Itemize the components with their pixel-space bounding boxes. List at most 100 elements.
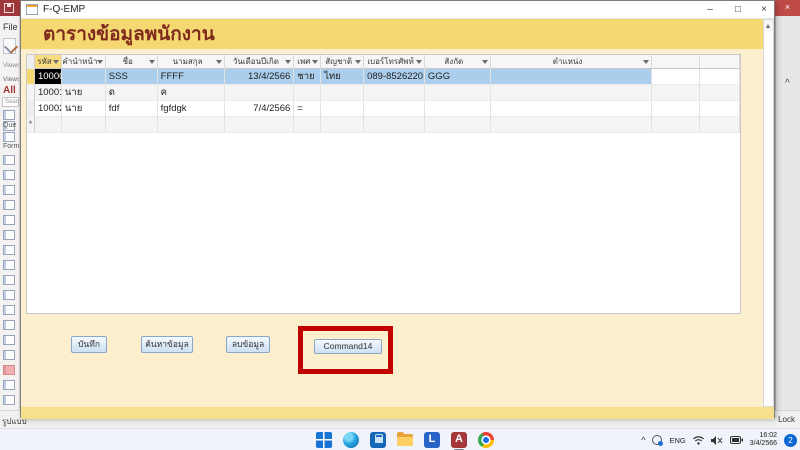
cell-firstname[interactable]: fdf	[106, 101, 158, 117]
form-object-icon[interactable]	[3, 320, 15, 330]
cell-gender[interactable]: =	[294, 101, 321, 117]
cell-department[interactable]	[425, 101, 491, 117]
wifi-icon[interactable]	[693, 436, 704, 445]
window-close-button[interactable]: ×	[753, 1, 775, 19]
battery-icon[interactable]	[730, 436, 743, 444]
cell-empty[interactable]	[294, 117, 321, 133]
cell-firstname[interactable]: SSS	[106, 69, 158, 85]
form-object-icon[interactable]	[3, 185, 15, 195]
forms-group-label[interactable]: Form	[3, 143, 19, 150]
cell-prefix[interactable]: นาย	[62, 85, 106, 101]
save-button[interactable]: บันทึก	[71, 336, 107, 353]
line-icon[interactable]: L	[424, 432, 440, 448]
cell-phone[interactable]	[364, 101, 425, 117]
form-object-icon[interactable]	[3, 260, 15, 270]
column-header-phone[interactable]: เบอร์โทรศัพท์	[364, 55, 425, 69]
cell-prefix[interactable]	[62, 69, 106, 85]
cell-empty[interactable]	[106, 117, 158, 133]
column-header-nationality[interactable]: สัญชาติ	[321, 55, 364, 69]
column-header-surname[interactable]: นามสกุล	[158, 55, 226, 69]
form-object-icon[interactable]	[3, 215, 15, 225]
select-all-corner[interactable]	[27, 55, 35, 69]
filter-dropdown-icon[interactable]	[482, 60, 488, 64]
form-object-icon[interactable]	[3, 155, 15, 165]
cell-birthdate[interactable]: 7/4/2566	[225, 101, 294, 117]
cell-phone[interactable]: 089-8526220	[364, 69, 425, 85]
access-icon[interactable]: A	[451, 432, 467, 448]
filter-dropdown-icon[interactable]	[643, 60, 649, 64]
nav-search-input[interactable]: Search	[2, 97, 19, 107]
store-icon[interactable]	[370, 432, 386, 448]
cell-prefix[interactable]: นาย	[62, 101, 106, 117]
cell-empty[interactable]	[62, 117, 106, 133]
column-header-department[interactable]: สังกัด	[425, 55, 491, 69]
filter-dropdown-icon[interactable]	[312, 60, 318, 64]
column-header-gender[interactable]: เพศ	[294, 55, 321, 69]
form-object-icon[interactable]	[3, 200, 15, 210]
cell-gender[interactable]	[294, 85, 321, 101]
save-icon[interactable]	[4, 3, 14, 13]
cell-nationality[interactable]	[321, 101, 364, 117]
cell-surname[interactable]: fgfdgk	[158, 101, 226, 117]
form-object-icon[interactable]	[3, 275, 15, 285]
cell-position[interactable]	[491, 85, 653, 101]
view-icon[interactable]	[3, 38, 16, 54]
form-object-icon[interactable]	[3, 230, 15, 240]
language-indicator[interactable]: ENG	[669, 436, 685, 445]
cell-nationality[interactable]: ไทย	[321, 69, 364, 85]
edge-icon[interactable]	[343, 432, 359, 448]
form-object-icon[interactable]	[3, 245, 15, 255]
maximize-button[interactable]: □	[727, 1, 749, 19]
form-object-icon[interactable]	[3, 290, 15, 300]
cell-position[interactable]	[491, 101, 653, 117]
cell-empty[interactable]	[35, 117, 62, 133]
form-object-icon[interactable]	[3, 305, 15, 315]
delete-button[interactable]: ลบข้อมูล	[226, 336, 270, 353]
column-header-firstname[interactable]: ชื่อ	[106, 55, 158, 69]
collapse-chevron-icon[interactable]: ^	[785, 78, 790, 89]
form-object-icon[interactable]	[3, 395, 15, 405]
column-header-id[interactable]: รหัส	[35, 55, 62, 69]
cell-empty[interactable]	[225, 117, 294, 133]
file-explorer-icon[interactable]	[397, 434, 413, 446]
column-header-position[interactable]: ตำแหน่ง	[491, 55, 653, 69]
filter-dropdown-icon[interactable]	[53, 60, 59, 64]
form-object-icon[interactable]	[3, 170, 15, 180]
hidden-icons-chevron[interactable]: ^	[641, 435, 645, 445]
cell-department[interactable]: GGG	[425, 69, 491, 85]
search-button[interactable]: ค้นหาข้อมูล	[141, 336, 193, 353]
column-header-prefix[interactable]: คำนำหน้า	[62, 55, 106, 69]
clock[interactable]: 16:02 3/4/2566	[750, 432, 777, 448]
form-object-icon[interactable]	[3, 335, 15, 345]
cell-surname[interactable]: ค	[158, 85, 226, 101]
cell-birthdate[interactable]: 13/4/2566	[225, 69, 294, 85]
volume-muted-icon[interactable]	[711, 436, 723, 445]
cell-id[interactable]: 10001	[35, 85, 62, 101]
cell-position[interactable]	[491, 69, 653, 85]
cell-empty[interactable]	[321, 117, 364, 133]
filter-dropdown-icon[interactable]	[216, 60, 222, 64]
file-menu[interactable]: File	[3, 22, 18, 32]
cell-department[interactable]	[425, 85, 491, 101]
scroll-up-icon[interactable]	[764, 20, 773, 31]
start-icon[interactable]	[316, 432, 332, 448]
onedrive-icon[interactable]	[652, 435, 662, 445]
table-object-icon[interactable]	[3, 110, 15, 120]
cell-empty[interactable]	[491, 117, 653, 133]
cell-birthdate[interactable]	[225, 85, 294, 101]
filter-dropdown-icon[interactable]	[416, 60, 422, 64]
form-object-icon-selected[interactable]	[3, 365, 15, 375]
access-close-button[interactable]: ×	[775, 0, 800, 16]
cell-empty[interactable]	[158, 117, 226, 133]
cell-surname[interactable]: FFFF	[158, 69, 226, 85]
form-object-icon[interactable]	[3, 350, 15, 360]
filter-dropdown-icon[interactable]	[355, 60, 361, 64]
cell-empty[interactable]	[364, 117, 425, 133]
queries-group-label[interactable]: Que	[3, 122, 16, 129]
record-selector[interactable]	[27, 85, 35, 101]
minimize-button[interactable]: –	[699, 1, 721, 19]
notification-badge[interactable]: 2	[784, 434, 797, 447]
record-selector[interactable]	[27, 101, 35, 117]
vertical-scrollbar[interactable]	[763, 19, 774, 407]
cell-nationality[interactable]	[321, 85, 364, 101]
